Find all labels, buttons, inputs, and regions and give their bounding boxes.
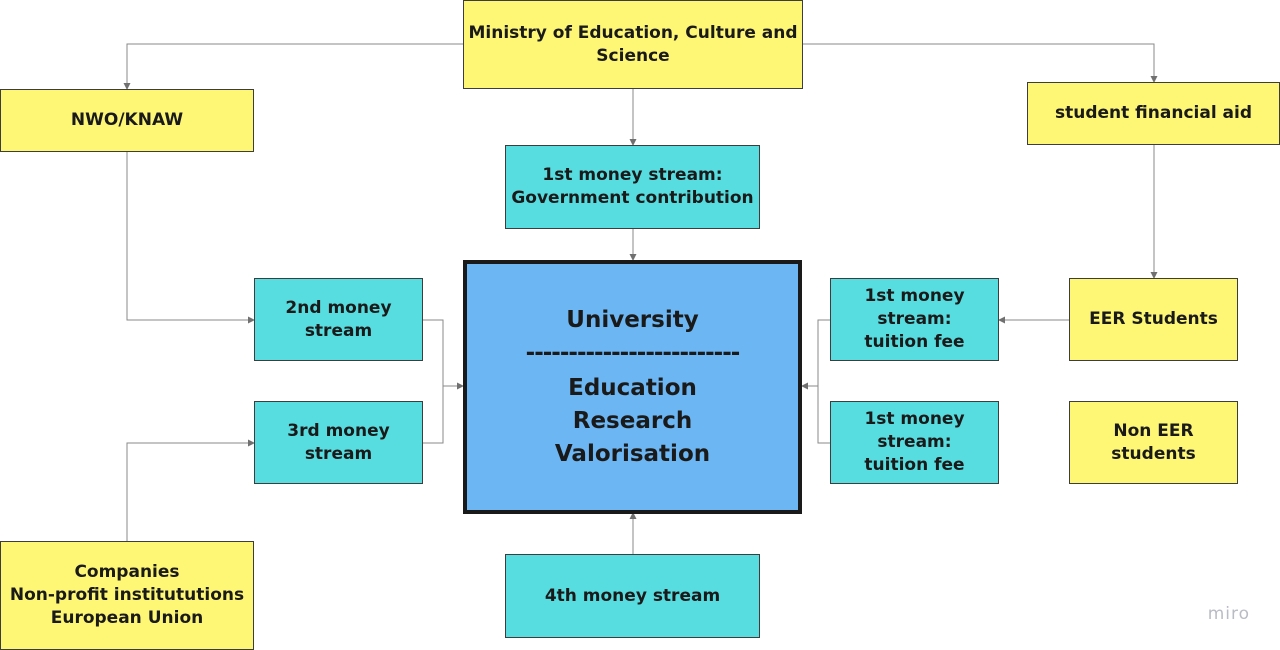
- nwo-knaw-node[interactable]: NWO/KNAW: [0, 89, 254, 152]
- university-role-research: Research: [572, 407, 693, 434]
- university-title: University: [566, 306, 699, 333]
- connector-tuition-fee-1-to-university: [817, 319, 830, 386]
- university-role-valorisation: Valorisation: [554, 440, 711, 467]
- first-money-stream-government-node[interactable]: 1st money stream: Government contributio…: [505, 145, 760, 229]
- connector-companies-to-third-stream: [126, 439, 255, 541]
- companies-label: Companies Non-profit institututions Euro…: [9, 562, 245, 628]
- ministry-node[interactable]: Ministry of Education, Culture and Scien…: [463, 0, 803, 89]
- tuition-fee-node-1[interactable]: 1st money stream: tuition fee: [830, 278, 999, 361]
- university-role-education: Education: [568, 374, 697, 401]
- connector-ministry-to-nwo: [123, 43, 463, 90]
- companies-node[interactable]: Companies Non-profit institututions Euro…: [0, 541, 254, 650]
- student-financial-aid-node[interactable]: student financial aid: [1027, 82, 1280, 145]
- second-money-stream-node[interactable]: 2nd money stream: [254, 278, 423, 361]
- university-node[interactable]: University ------------------------- Edu…: [463, 260, 802, 514]
- student-financial-aid-label: student financial aid: [1054, 103, 1253, 123]
- third-money-stream-node[interactable]: 3rd money stream: [254, 401, 423, 484]
- miro-watermark: miro: [1207, 604, 1250, 624]
- first-money-stream-government-label: 1st money stream: Government contributio…: [511, 165, 754, 208]
- eer-students-label: EER Students: [1089, 309, 1218, 329]
- connector-tuition-fee-2-to-university: [801, 382, 830, 444]
- second-money-stream-label: 2nd money stream: [285, 297, 392, 341]
- tuition-fee-node-2[interactable]: 1st money stream: tuition fee: [830, 401, 999, 484]
- connector-nwo-to-second-stream: [126, 152, 255, 324]
- fourth-money-stream-node[interactable]: 4th money stream: [505, 554, 760, 638]
- connector-third-stream-to-university: [423, 382, 464, 444]
- fourth-money-stream-label: 4th money stream: [544, 585, 721, 606]
- non-eer-students-node[interactable]: Non EER students: [1069, 401, 1238, 484]
- third-money-stream-label: 3rd money stream: [287, 420, 390, 464]
- nwo-knaw-label: NWO/KNAW: [70, 110, 184, 130]
- university-divider: -------------------------: [525, 339, 741, 366]
- connector-second-stream-to-university: [423, 319, 444, 386]
- tuition-fee-label-1: 1st money stream: tuition fee: [864, 286, 965, 352]
- eer-students-node[interactable]: EER Students: [1069, 278, 1238, 361]
- connector-ministry-to-student-aid: [803, 43, 1158, 83]
- tuition-fee-label-2: 1st money stream: tuition fee: [864, 409, 965, 475]
- ministry-label: Ministry of Education, Culture and Scien…: [468, 22, 798, 66]
- non-eer-students-label: Non EER students: [1111, 420, 1196, 464]
